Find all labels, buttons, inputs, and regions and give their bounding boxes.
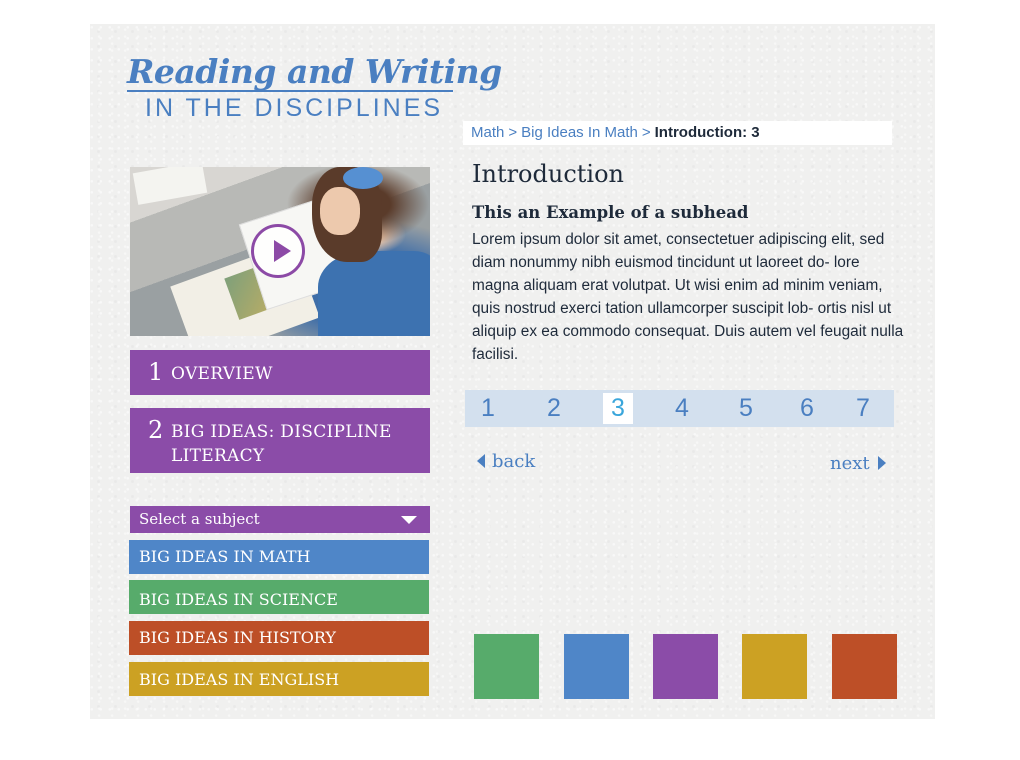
subject-button-science[interactable]: BIG IDEAS IN SCIENCE xyxy=(129,580,429,614)
page-link-1[interactable]: 1 xyxy=(473,393,503,424)
subject-select-label: Select a subject xyxy=(139,510,260,528)
pager: 1 2 3 4 5 6 7 xyxy=(465,390,894,427)
video-scene-student-face xyxy=(320,187,360,235)
color-swatch-blue[interactable] xyxy=(564,634,629,699)
color-swatch-rust[interactable] xyxy=(832,634,897,699)
section-number: 2 xyxy=(148,416,164,444)
page-link-6[interactable]: 6 xyxy=(792,393,822,424)
next-link[interactable]: next xyxy=(830,453,886,474)
page-panel: Reading and Writing IN THE DISCIPLINES M… xyxy=(90,24,935,719)
subject-button-math[interactable]: BIG IDEAS IN MATH xyxy=(129,540,429,574)
subject-button-history[interactable]: BIG IDEAS IN HISTORY xyxy=(129,621,429,655)
page-link-2[interactable]: 2 xyxy=(539,393,569,424)
breadcrumb-item-math[interactable]: Math xyxy=(471,124,504,141)
subject-select[interactable]: Select a subject xyxy=(130,506,430,533)
color-swatch-purple[interactable] xyxy=(653,634,718,699)
back-label: back xyxy=(492,451,536,472)
video-scene-student xyxy=(318,251,430,336)
breadcrumb-current: Introduction: 3 xyxy=(654,124,760,141)
page-link-7[interactable]: 7 xyxy=(848,393,878,424)
breadcrumb-item-big-ideas-in-math[interactable]: Big Ideas In Math xyxy=(521,124,638,141)
page-link-3-current[interactable]: 3 xyxy=(603,393,633,424)
logo-divider xyxy=(127,90,453,92)
caret-down-icon xyxy=(401,516,417,524)
subject-button-english[interactable]: BIG IDEAS IN ENGLISH xyxy=(129,662,429,696)
next-label: next xyxy=(830,453,870,474)
breadcrumb-separator: > xyxy=(641,124,651,141)
video-scene-hairband xyxy=(343,167,383,189)
breadcrumb: Math > Big Ideas In Math > Introduction: 3 xyxy=(463,121,892,145)
section-button-big-ideas[interactable]: 2 BIG IDEAS: DISCIPLINE LITERACY xyxy=(130,408,430,473)
video-scene-paper xyxy=(132,167,208,205)
back-link[interactable]: back xyxy=(477,451,535,472)
section-label: OVERVIEW xyxy=(171,364,273,384)
logo-title: Reading and Writing xyxy=(127,52,502,91)
play-button[interactable] xyxy=(251,224,305,278)
color-swatch-gold[interactable] xyxy=(742,634,807,699)
page-link-5[interactable]: 5 xyxy=(731,393,761,424)
arrow-right-icon xyxy=(877,456,886,470)
logo-subtitle: IN THE DISCIPLINES xyxy=(145,94,444,122)
section-button-overview[interactable]: 1 OVERVIEW xyxy=(130,350,430,395)
section-label: BIG IDEAS: DISCIPLINE LITERACY xyxy=(171,422,392,466)
content-subhead: This an Example of a subhead xyxy=(472,203,749,222)
play-icon xyxy=(274,240,291,262)
page-title: Introduction xyxy=(472,160,624,188)
video-thumbnail[interactable] xyxy=(130,167,430,336)
color-swatch-green[interactable] xyxy=(474,634,539,699)
arrow-left-icon xyxy=(477,454,485,468)
content-body: Lorem ipsum dolor sit amet, consectetuer… xyxy=(472,231,904,363)
section-number: 1 xyxy=(148,358,164,386)
page-link-4[interactable]: 4 xyxy=(667,393,697,424)
breadcrumb-separator: > xyxy=(508,124,518,141)
